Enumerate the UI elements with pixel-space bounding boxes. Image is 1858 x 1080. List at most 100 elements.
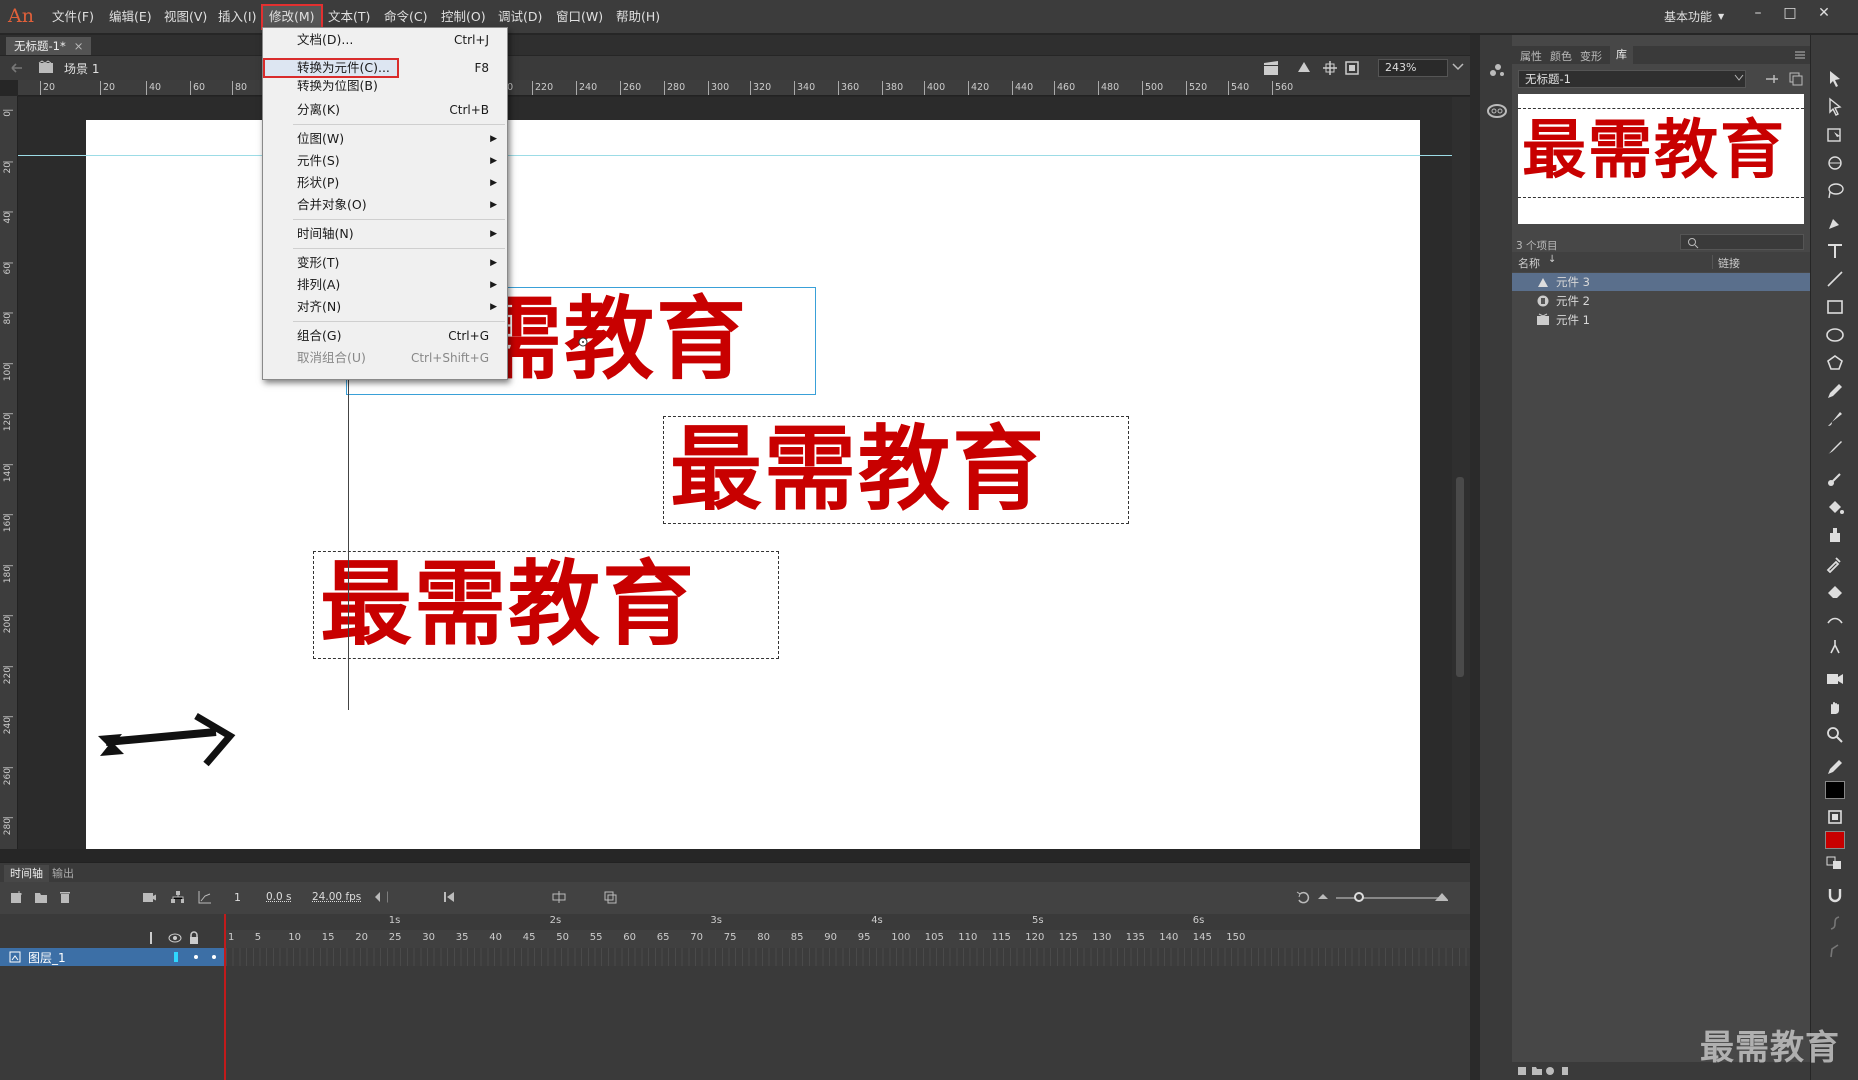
brush-tool-icon[interactable] [1825, 437, 1845, 457]
menu-convert-to-bitmap[interactable]: 转换为位图(B) [263, 80, 507, 94]
selection-tool-icon[interactable] [1825, 69, 1845, 89]
new-library-panel-icon[interactable] [1788, 72, 1804, 86]
free-transform-tool-icon[interactable] [1825, 125, 1845, 145]
workspace-switcher[interactable]: 基本功能 ▼ [1664, 8, 1724, 25]
tab-output[interactable]: 输出 [52, 865, 74, 883]
menu-symbol[interactable]: 元件(S) ▶ [263, 151, 507, 171]
transform-point-icon[interactable] [577, 336, 589, 348]
library-item[interactable]: 元件 2 [1512, 292, 1810, 310]
menu-text[interactable]: 文本(T) [322, 6, 376, 28]
outline-toggle[interactable] [150, 932, 152, 944]
width-tool-icon[interactable] [1825, 609, 1845, 629]
layer-row[interactable]: 图层_1 [0, 948, 224, 966]
tab-timeline[interactable]: 时间轴 [4, 865, 49, 883]
menu-view[interactable]: 视图(V) [158, 6, 213, 28]
menu-arrange[interactable]: 排列(A) ▶ [263, 275, 507, 295]
current-time[interactable]: 0.0 s [266, 891, 292, 903]
menu-help[interactable]: 帮助(H) [610, 6, 666, 28]
menu-control[interactable]: 控制(O) [435, 6, 492, 28]
paint-brush-tool-icon[interactable] [1825, 409, 1845, 429]
subselection-tool-icon[interactable] [1825, 97, 1845, 117]
library-document-select[interactable]: 无标题-1 [1518, 70, 1746, 88]
menu-ungroup[interactable]: 取消组合(U) Ctrl+Shift+G [263, 348, 507, 368]
zoom-chevron-icon[interactable] [1452, 62, 1464, 72]
swatches-icon[interactable] [1488, 61, 1506, 79]
frame-rate[interactable]: 24.00 fps [312, 891, 361, 903]
tab-color[interactable]: 颜色 [1550, 48, 1572, 64]
clip-content-icon[interactable] [1344, 60, 1360, 76]
back-arrow-icon[interactable] [10, 62, 24, 74]
menu-bitmap[interactable]: 位图(W) ▶ [263, 129, 507, 149]
polystar-tool-icon[interactable] [1825, 353, 1845, 373]
current-frame[interactable]: 1 [234, 891, 241, 904]
rectangle-tool-icon[interactable] [1825, 297, 1845, 317]
menu-break-apart[interactable]: 分离(K) Ctrl+B [263, 100, 507, 120]
ink-bottle-tool-icon[interactable] [1825, 525, 1845, 545]
tab-library[interactable]: 库 [1610, 46, 1633, 64]
library-select-chevron-icon[interactable] [1734, 74, 1744, 82]
new-folder-icon[interactable] [34, 890, 48, 904]
oval-tool-icon[interactable] [1825, 325, 1845, 345]
menu-convert-to-symbol-shortcut-row[interactable]: F8 [399, 58, 507, 78]
pin-library-icon[interactable] [1764, 72, 1780, 86]
onion-skin-icons[interactable] [604, 890, 618, 904]
frame-size-slider-thumb[interactable] [1354, 892, 1364, 902]
panel-menu-icon[interactable] [1794, 50, 1806, 60]
fill-color-swatch[interactable] [1825, 831, 1845, 849]
menu-edit[interactable]: 编辑(E) [103, 6, 158, 28]
3d-rotation-tool-icon[interactable] [1825, 153, 1845, 173]
eyedropper-tool-icon[interactable] [1825, 553, 1845, 573]
tab-properties[interactable]: 属性 [1520, 48, 1542, 64]
menu-group[interactable]: 组合(G) Ctrl+G [263, 326, 507, 346]
pen-tool-icon[interactable] [1825, 213, 1845, 233]
creative-cloud-icon[interactable] [1486, 103, 1508, 119]
layer-lock-dot[interactable] [212, 955, 216, 959]
asset-warp-tool-icon[interactable] [1825, 637, 1845, 657]
timeline-frames[interactable]: 1s 2s 3s 4s 5s 6s 1 5 10 15 20 25 30 35 40 45 50 55 60 65 70… [226, 914, 1470, 1080]
menu-transform[interactable]: 变形(T) ▶ [263, 253, 507, 273]
hand-tool-icon[interactable] [1825, 697, 1845, 717]
menu-combine-objects[interactable]: 合并对象(O) ▶ [263, 195, 507, 215]
column-name[interactable]: 名称 [1518, 255, 1540, 271]
parenting-icon[interactable] [170, 890, 184, 904]
straighten-icon[interactable] [1825, 941, 1845, 961]
library-item[interactable]: 元件 3 [1512, 273, 1810, 291]
center-stage-icon[interactable] [1322, 60, 1338, 76]
graph-icon[interactable] [198, 890, 212, 904]
layer-visibility-dot[interactable] [194, 955, 198, 959]
document-tab[interactable]: 无标题-1* × [6, 37, 92, 55]
scene-label[interactable]: 场景 1 [64, 60, 99, 77]
stroke-color-swatch[interactable] [1825, 781, 1845, 799]
new-layer-icon[interactable] [10, 890, 24, 904]
library-item[interactable]: 元件 1 [1512, 311, 1810, 329]
undo-icon[interactable] [1296, 890, 1310, 904]
scroll-thumb[interactable] [1456, 477, 1464, 677]
horizontal-guide[interactable] [18, 155, 1470, 156]
delete-layer-icon[interactable] [58, 890, 72, 904]
paint-bucket-tool-icon[interactable] [1825, 497, 1845, 517]
menu-shape[interactable]: 形状(P) ▶ [263, 173, 507, 193]
menu-convert-to-symbol[interactable]: 转换为元件(C)... [263, 58, 399, 78]
sort-arrow-icon[interactable]: ↓ [1548, 254, 1556, 265]
zoom-out-frames-icon[interactable] [1316, 890, 1330, 904]
camera-tool-icon[interactable] [1825, 669, 1845, 689]
frame-cells[interactable] [226, 948, 1470, 966]
pencil-tool-icon[interactable] [1825, 381, 1845, 401]
swap-colors-icon[interactable] [1825, 855, 1845, 875]
line-tool-icon[interactable] [1825, 269, 1845, 289]
loop-onion-icons[interactable] [552, 890, 566, 904]
camera-icon[interactable] [142, 890, 156, 904]
clapper-icon[interactable] [1262, 60, 1280, 76]
zoom-in-frames-icon[interactable] [1434, 890, 1448, 904]
menu-timeline[interactable]: 时间轴(N) ▶ [263, 224, 507, 244]
playback-controls-icon[interactable] [444, 890, 458, 904]
lock-all-layers-icon[interactable] [188, 931, 200, 945]
lasso-tool-icon[interactable] [1825, 181, 1845, 201]
menu-window[interactable]: 窗口(W) [550, 6, 609, 28]
menu-commands[interactable]: 命令(C) [378, 6, 433, 28]
column-linkage[interactable]: 链接 [1718, 255, 1740, 271]
library-footer-icons[interactable] [1518, 1065, 1598, 1077]
smooth-icon[interactable] [1825, 913, 1845, 933]
eraser-tool-icon[interactable] [1825, 581, 1845, 601]
menu-debug[interactable]: 调试(D) [492, 6, 548, 28]
